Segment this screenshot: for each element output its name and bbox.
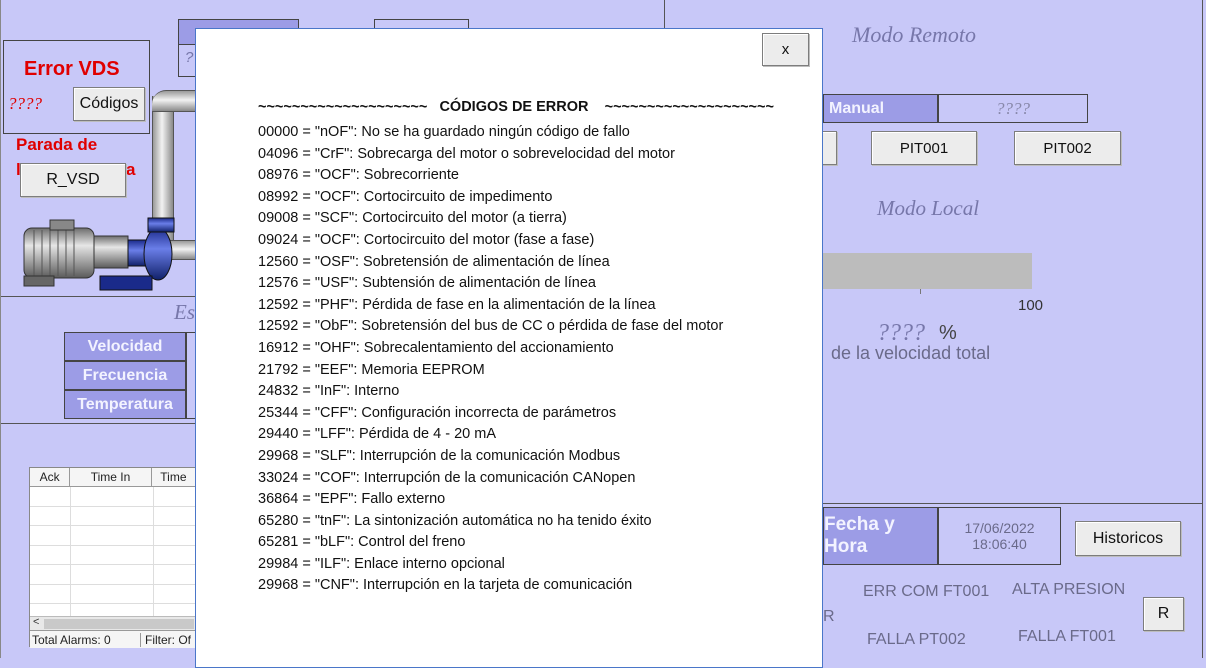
scroll-left-icon[interactable]: < [33,616,39,628]
datetime-label: Fecha y Hora [823,507,938,565]
table-row [30,506,195,526]
list-item: 29440 = "LFF": Pérdida de 4 - 20 mA [258,426,496,443]
alarm-err-com-ft001: ERR COM FT001 [863,583,990,600]
remote-mode-title: Modo Remoto [852,22,977,47]
divider-vertical-right [1202,0,1203,658]
list-item: 65280 = "tnF": La sintonización automáti… [258,512,652,529]
column-header-ack[interactable]: Ack [30,468,71,486]
alarm-falla-pt002: FALLA PT002 [867,631,966,648]
pit001-button[interactable]: PIT001 [871,131,977,165]
reset-vsd-button[interactable]: R_VSD [20,163,126,197]
table-row [30,526,195,546]
list-item: 16912 = "OHF": Sobrecalentamiento del ac… [258,339,614,356]
section-title-partial: Es [174,300,195,324]
list-item: 04096 = "CrF": Sobrecarga del motor o so… [258,145,675,162]
list-item: 33024 = "COF": Interrupción de la comuni… [258,469,636,486]
speed-unit: % [939,322,957,344]
alarm-partial: R [823,608,835,625]
list-item: 12560 = "OSF": Sobretensión de alimentac… [258,253,610,270]
alarm-alta-presion: ALTA PRESION [1012,581,1126,598]
datetime-box: 17/06/2022 18:06:40 [938,507,1061,565]
manual-label: Manual [823,94,938,123]
list-item: 29984 = "ILF": Enlace interno opcional [258,555,505,572]
divider-left-edge [0,0,1,658]
param-label-frecuencia: Frecuencia [64,361,186,390]
list-item: 12592 = "PHF": Pérdida de fase en la ali… [258,296,656,313]
list-item: 65281 = "bLF": Control del freno [258,534,466,551]
alarm-table[interactable]: Ack Time In Time < Total Alarms: 0 Filte… [29,467,196,648]
list-item: 09024 = "OCF": Cortocircuito del motor (… [258,231,595,248]
column-header-time-in[interactable]: Time In [70,468,152,486]
manual-value: ???? [938,94,1088,123]
speed-scale-max: 100 [1018,297,1044,314]
list-item: 08992 = "OCF": Cortocircuito de impedime… [258,188,553,205]
codes-button[interactable]: Códigos [73,87,145,121]
list-item: 29968 = "SLF": Interrupción de la comuni… [258,447,621,464]
list-item: 21792 = "EEF": Memoria EEPROM [258,361,485,378]
historicos-button[interactable]: Historicos [1075,521,1181,556]
alarm-falla-ft001: FALLA FT001 [1018,628,1116,645]
list-item: 36864 = "EPF": Fallo externo [258,491,446,508]
list-item: 25344 = "CFF": Configuración incorrecta … [258,404,617,421]
divider-horizontal-left-2 [0,423,196,424]
error-codes-list: 00000 = "nOF": No se ha guardado ningún … [258,122,723,597]
divider-horizontal-right [823,503,1203,504]
list-item: 12576 = "USF": Subtensión de alimentació… [258,275,596,292]
param-label-velocidad: Velocidad [64,332,186,361]
close-button[interactable]: x [762,33,809,66]
pit002-button[interactable]: PIT002 [1014,131,1121,165]
alarm-status-bar: Total Alarms: 0 Filter: Of [30,630,196,648]
stop-label: Parada de [16,135,98,154]
list-item: 24832 = "InF": Interno [258,383,400,400]
total-alarms: Total Alarms: 0 [30,632,141,647]
divider-horizontal-left [0,296,196,297]
error-codes-dialog: x ~~~~~~~~~~~~~~~~~~~~ CÓDIGOS DE ERROR … [195,28,823,668]
pipe-elbow [152,90,196,112]
list-item: 09008 = "SCF": Cortocircuito del motor (… [258,210,567,227]
list-item: 00000 = "nOF": No se ha guardado ningún … [258,124,630,140]
table-row [30,487,195,507]
reset-alarms-button[interactable]: R [1143,597,1184,631]
error-vds-value: ???? [8,94,42,113]
horizontal-scrollbar[interactable]: < [30,616,196,631]
alarm-table-header: Ack Time In Time [30,468,195,487]
column-header-time[interactable]: Time [152,468,195,486]
table-row [30,565,195,585]
alarm-filter: Filter: Of [145,632,192,647]
speed-bar-track [823,253,1032,289]
dialog-title: ~~~~~~~~~~~~~~~~~~~~ CÓDIGOS DE ERROR ~~… [258,99,774,115]
param-label-temperatura: Temperatura [64,390,186,419]
divider-vertical-left [664,0,665,28]
table-row [30,584,195,604]
list-item: 29968 = "CNF": Interrupción en la tarjet… [258,577,633,594]
error-vds-title: Error VDS [24,58,120,80]
list-item: 08976 = "OCF": Sobrecorriente [258,167,459,184]
table-row [30,545,195,565]
list-item: 12592 = "ObF": Sobretensión del bus de C… [258,318,724,335]
date-value: 17/06/2022 [964,520,1035,536]
pump-motor-icon [23,217,175,291]
local-mode-title: Modo Local [877,196,980,220]
speed-scale-tick [920,289,921,294]
time-value: 18:06:40 [972,536,1027,552]
stop-label-partial: a [126,160,136,179]
speed-caption: de la velocidad total [831,343,991,363]
scroll-thumb[interactable] [44,619,194,629]
alarm-table-body [30,487,195,624]
